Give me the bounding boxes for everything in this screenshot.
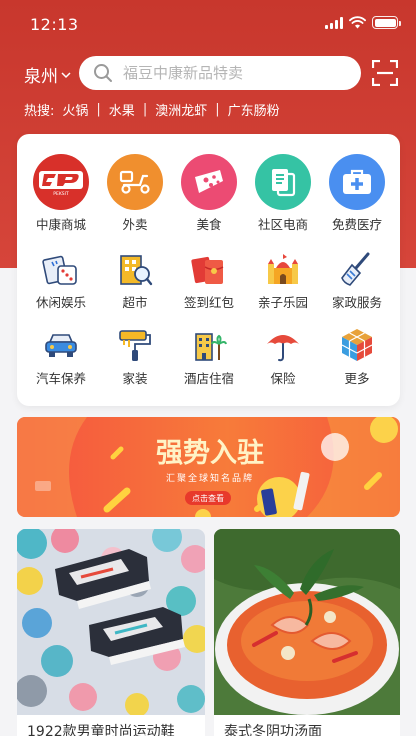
cake-icon (181, 154, 237, 210)
svg-text:PEKSIT: PEKSIT (53, 191, 69, 197)
menu-item-food[interactable]: 美食 (171, 154, 247, 233)
menu-label: 中康商城 (35, 217, 86, 232)
brand-logo-icon: PEKSIT (33, 154, 89, 210)
banner-cta[interactable]: 点击查看 (192, 493, 224, 503)
city-label: 泉州 (24, 67, 58, 87)
product-image-sneakers (17, 529, 205, 717)
menu-label: 外卖 (122, 217, 148, 232)
product-card[interactable]: 泰式冬阴功汤面 (214, 529, 400, 736)
search-icon (94, 64, 112, 82)
product-title: 1922款男童时尚运动鞋 (27, 724, 175, 736)
hot-search-label: 热搜: (24, 104, 55, 119)
hot-search-item[interactable]: 水果 (109, 100, 135, 119)
menu-label: 亲子乐园 (257, 295, 308, 310)
product-card[interactable]: 1922款男童时尚运动鞋 (17, 529, 205, 736)
menu-label: 休闲娱乐 (35, 295, 86, 310)
menu-item-housekeeping[interactable]: 家政服务 (319, 250, 395, 311)
menu-label: 超市 (122, 295, 148, 310)
hot-search-item[interactable]: 澳洲龙虾 (155, 100, 207, 119)
red-envelope-icon (190, 250, 228, 288)
menu-item-more[interactable]: 更多 (319, 326, 395, 387)
menu-item-kids[interactable]: 亲子乐园 (245, 250, 321, 311)
medical-kit-icon (329, 154, 385, 210)
banner-art: 强势入驻 汇聚全球知名品牌 点击查看 (17, 417, 400, 517)
broom-icon (338, 250, 376, 288)
menu-item-mall[interactable]: PEKSIT 中康商城 (23, 154, 99, 233)
menu-item-community[interactable]: 社区电商 (245, 154, 321, 233)
hot-search-bar: 热搜: 火锅 | 水果 | 澳洲龙虾 | 广东肠粉 (24, 100, 280, 119)
castle-icon (264, 250, 302, 288)
menu-label: 酒店住宿 (183, 371, 234, 386)
umbrella-icon (264, 326, 302, 364)
status-time: 12:13 (30, 15, 79, 34)
search-bar[interactable] (79, 56, 361, 90)
signal-icon (325, 16, 343, 29)
menu-label: 签到红包 (183, 295, 234, 310)
menu-item-entertainment[interactable]: 休闲娱乐 (23, 250, 99, 311)
banner-subtitle: 汇聚全球知名品牌 (166, 472, 254, 484)
menu-item-hotel[interactable]: 酒店住宿 (171, 326, 247, 387)
scooter-icon (107, 154, 163, 210)
separator: | (215, 102, 220, 117)
battery-icon (372, 16, 401, 29)
banner-title: 强势入驻 (156, 438, 264, 469)
menu-label: 美食 (196, 217, 222, 232)
menu-item-decoration[interactable]: 家装 (97, 326, 173, 387)
menu-label: 免费医疗 (331, 217, 382, 232)
hotel-icon (190, 326, 228, 364)
product-title: 泰式冬阴功汤面 (224, 724, 322, 736)
cube-icon (338, 326, 376, 364)
store-icon (116, 250, 154, 288)
menu-label: 家政服务 (331, 295, 382, 310)
menu-item-medical[interactable]: 免费医疗 (319, 154, 395, 233)
menu-item-insurance[interactable]: 保险 (245, 326, 321, 387)
hot-search-item[interactable]: 广东肠粉 (228, 100, 280, 119)
menu-item-supermarket[interactable]: 超市 (97, 250, 173, 311)
paint-roller-icon (116, 326, 154, 364)
menu-label: 汽车保养 (35, 371, 86, 386)
product-image-soup (214, 529, 400, 715)
promo-banner[interactable]: 强势入驻 汇聚全球知名品牌 点击查看 (17, 417, 400, 517)
document-icon (255, 154, 311, 210)
car-icon (42, 326, 80, 364)
wifi-icon (349, 16, 366, 29)
menu-label: 保险 (270, 371, 296, 386)
status-icons (325, 16, 401, 29)
menu-item-takeout[interactable]: 外卖 (97, 154, 173, 233)
menu-item-signin[interactable]: 签到红包 (171, 250, 247, 311)
menu-label: 家装 (122, 371, 148, 386)
hot-search-item[interactable]: 火锅 (62, 100, 88, 119)
status-bar: 12:13 (0, 0, 416, 48)
search-input[interactable] (123, 64, 361, 82)
dice-icon (42, 250, 80, 288)
menu-label: 社区电商 (257, 217, 308, 232)
separator: | (96, 102, 101, 117)
category-menu-card: PEKSIT 中康商城 外卖 美食 社区电商 免费医疗 休闲娱乐 超市 签到红包… (17, 134, 400, 406)
city-selector[interactable]: 泉州 (24, 62, 71, 87)
app-screen: 12:13 泉州 热搜: 火锅 | (0, 0, 416, 736)
menu-item-car-care[interactable]: 汽车保养 (23, 326, 99, 387)
chevron-down-icon (61, 71, 71, 78)
separator: | (142, 102, 148, 117)
menu-label: 更多 (344, 371, 370, 386)
scan-icon[interactable] (372, 60, 398, 86)
